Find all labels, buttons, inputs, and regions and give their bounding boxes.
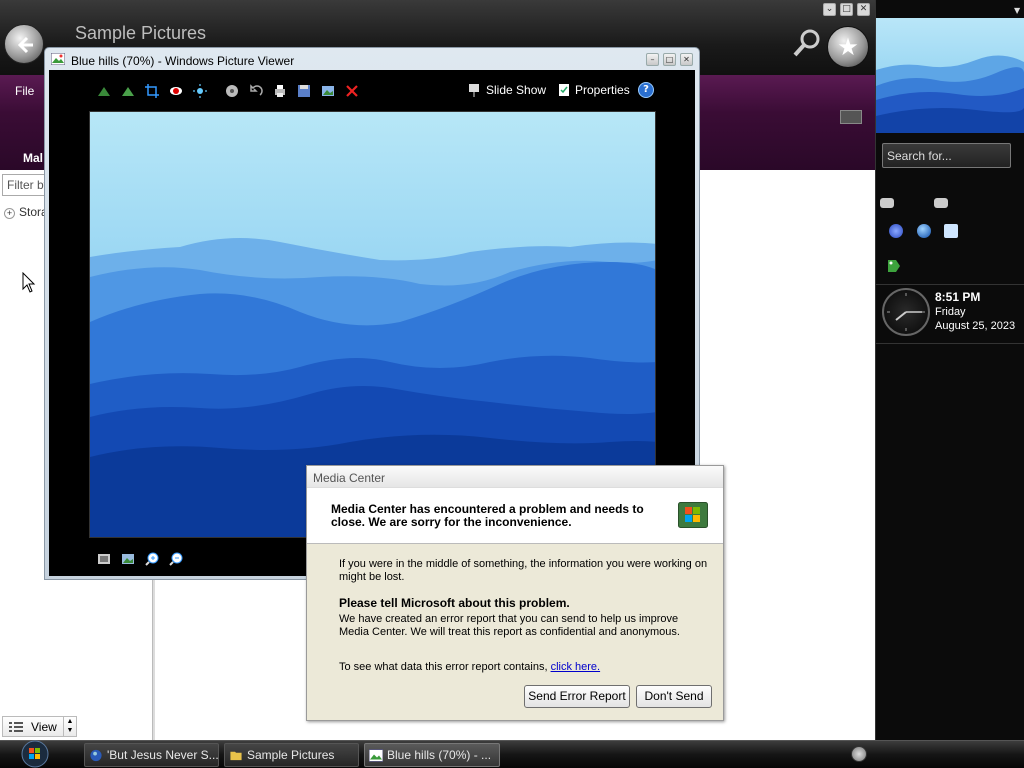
clock-icon[interactable]	[882, 288, 930, 336]
taskbar-item-firefox[interactable]: 'But Jesus Never S...	[84, 743, 219, 767]
zoom-in-icon[interactable]	[145, 552, 159, 566]
tag-icon[interactable]	[886, 258, 902, 274]
back-arrow-icon	[17, 36, 33, 54]
previous-image-icon[interactable]	[97, 84, 111, 98]
slideshow-gadget-image[interactable]	[876, 18, 1024, 133]
taskbar-item-sample-pictures[interactable]: Sample Pictures	[224, 743, 359, 767]
sidebar-separator	[876, 284, 1024, 285]
delete-icon[interactable]	[345, 84, 359, 98]
next-image-icon[interactable]	[121, 84, 135, 98]
start-button[interactable]	[10, 739, 60, 768]
minimize-button[interactable]: ⌄	[823, 3, 836, 16]
ie-orbit-icon[interactable]	[889, 224, 903, 238]
expand-plus-icon[interactable]: +	[4, 208, 15, 219]
back-button[interactable]	[4, 24, 44, 64]
dialog-message-3-text: To see what data this error report conta…	[339, 661, 551, 673]
picture-viewer-icon	[369, 749, 383, 762]
viewer-close-button[interactable]: ✕	[680, 53, 693, 66]
close-button[interactable]: ✕	[857, 3, 870, 16]
globe-icon[interactable]	[917, 224, 931, 238]
windows-sidebar: ▼ Search for... 8:51 PM Friday August 25…	[875, 0, 1024, 740]
send-error-report-button[interactable]: Send Error Report	[524, 685, 630, 708]
dont-send-button[interactable]: Don't Send	[636, 685, 712, 708]
error-report-dialog: Media Center Media Center has encountere…	[306, 465, 724, 721]
zoom-out-icon[interactable]	[169, 552, 183, 566]
brightness-icon[interactable]	[193, 84, 207, 98]
menu-mini-button[interactable]	[840, 110, 862, 124]
picture-viewer-app-icon	[50, 52, 66, 66]
sidebar-separator-2	[876, 343, 1024, 344]
viewer-maximize-button[interactable]: □	[663, 53, 676, 66]
viewer-toolbar: Slide Show Properties ?	[49, 70, 695, 110]
crop-icon[interactable]	[145, 84, 159, 98]
sidebar-menu-arrow-icon[interactable]: ▼	[1014, 6, 1020, 15]
properties-icon	[559, 84, 569, 96]
mouse-cursor-icon	[22, 271, 36, 297]
taskbar-item-label: 'But Jesus Never S...	[107, 748, 219, 762]
slideshow-icon	[469, 84, 479, 97]
red-eye-icon[interactable]	[169, 84, 183, 98]
search-icon[interactable]	[792, 28, 822, 58]
properties-button[interactable]: Properties	[575, 83, 630, 97]
view-button[interactable]: View ▲ ▼	[2, 716, 77, 737]
dialog-message-1: If you were in the middle of something, …	[339, 558, 708, 583]
click-here-link[interactable]: click here.	[551, 661, 601, 673]
dialog-subheading: Please tell Microsoft about this problem…	[339, 596, 570, 610]
slide-show-button[interactable]: Slide Show	[486, 83, 546, 97]
favorites-star-icon[interactable]: ★	[827, 26, 869, 68]
dialog-heading: Media Center has encountered a problem a…	[331, 502, 644, 529]
dialog-header: Media Center has encountered a problem a…	[307, 488, 723, 544]
browser-globe-icon	[90, 749, 102, 762]
view-button-label: View	[31, 720, 57, 734]
chat-bubble-icon[interactable]	[880, 198, 894, 208]
actual-size-icon[interactable]	[97, 552, 111, 566]
clock-day: Friday	[935, 306, 966, 318]
open-image-icon[interactable]	[321, 84, 335, 98]
restore-button[interactable]: □	[840, 3, 853, 16]
picture-viewer-title: Blue hills (70%) - Windows Picture Viewe…	[71, 54, 295, 68]
show-desktop-icon[interactable]	[851, 746, 867, 762]
dialog-message-3: To see what data this error report conta…	[339, 661, 600, 673]
note-icon[interactable]	[944, 224, 958, 238]
dialog-titlebar[interactable]: Media Center	[307, 466, 723, 488]
menu-tab-mal[interactable]: Mal	[23, 151, 43, 165]
print-icon[interactable]	[273, 84, 287, 98]
list-view-icon	[9, 722, 23, 732]
best-fit-icon[interactable]	[121, 552, 135, 566]
menu-file[interactable]: File	[15, 84, 34, 98]
folder-icon	[230, 751, 242, 761]
dialog-title: Media Center	[313, 471, 386, 485]
help-icon[interactable]: ?	[638, 82, 654, 98]
taskbar-item-blue-hills[interactable]: Blue hills (70%) - ...	[364, 743, 500, 767]
settings-dial-icon[interactable]	[225, 84, 239, 98]
undo-icon[interactable]	[249, 84, 263, 98]
explorer-title: Sample Pictures	[75, 23, 207, 43]
clock-date: August 25, 2023	[935, 320, 1016, 332]
view-spinner-icon[interactable]: ▲ ▼	[63, 717, 76, 736]
taskbar-item-label: Sample Pictures	[247, 748, 335, 762]
dialog-message-2: We have created an error report that you…	[339, 613, 680, 638]
taskbar-item-label: Blue hills (70%) - ...	[387, 748, 492, 762]
save-icon[interactable]	[297, 84, 311, 98]
clock-time: 8:51 PM	[935, 290, 981, 304]
taskbar: 'But Jesus Never S... Sample Pictures Bl…	[0, 740, 1024, 768]
chat-bubble-icon-2[interactable]	[934, 198, 948, 208]
sidebar-search-input[interactable]: Search for...	[882, 143, 1011, 168]
windows-logo-icon	[678, 502, 708, 528]
tree-item[interactable]: + Stora	[4, 205, 48, 219]
viewer-minimize-button[interactable]: –	[646, 53, 659, 66]
